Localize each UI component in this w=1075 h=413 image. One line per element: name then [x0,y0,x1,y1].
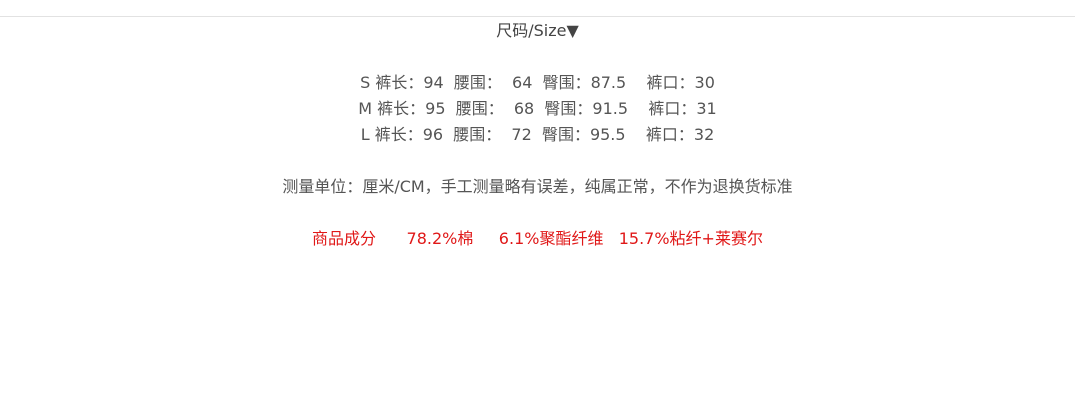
size-info-page: 尺码/Size▼ S 裤长：94 腰围： 64 臀围：87.5 裤口：30 M … [0,0,1075,413]
size-row-s: S 裤长：94 腰围： 64 臀围：87.5 裤口：30 [360,73,715,92]
size-row-l: L 裤长：96 腰围： 72 臀围：95.5 裤口：32 [360,125,715,144]
size-row-m: M 裤长：95 腰围： 68 臀围：91.5 裤口：31 [358,99,717,118]
top-divider [0,16,1075,17]
size-title: 尺码/Size▼ [496,21,579,40]
fabric-composition: 商品成分 78.2%棉 6.1%聚酯纤维 15.7%粘纤+莱赛尔 [312,229,763,248]
measurement-note: 测量单位：厘米/CM，手工测量略有误差，纯属正常，不作为退换货标准 [282,177,793,196]
